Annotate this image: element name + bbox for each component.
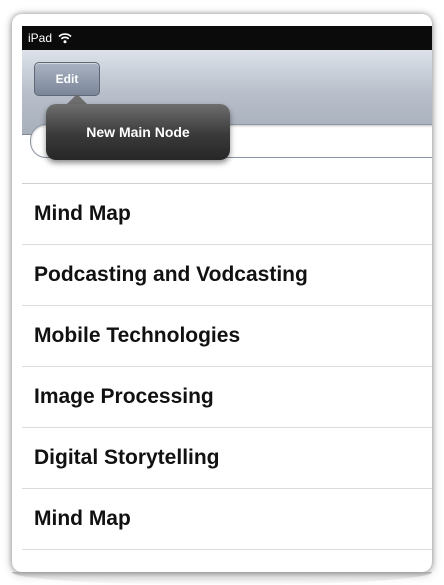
ipad-screen: iPad Edit New Main Node Mind Map Podcast…	[22, 26, 432, 556]
new-main-node-label: New Main Node	[86, 124, 190, 140]
list-item[interactable]: Image Processing	[22, 367, 432, 428]
list-item-label: Mind Map	[34, 202, 131, 225]
list-item-label: Mobile Technologies	[34, 324, 241, 347]
list-item[interactable]: Mind Map	[22, 184, 432, 245]
list-item-label: Mind Map	[34, 507, 131, 530]
status-bar: iPad	[22, 26, 432, 50]
wifi-icon	[58, 33, 72, 44]
list-item[interactable]: Mobile Technologies	[22, 306, 432, 367]
list-item-label: Image Processing	[34, 385, 214, 408]
list-item-label: Digital Storytelling	[34, 446, 220, 469]
node-list: Mind Map Podcasting and Vodcasting Mobil…	[22, 184, 432, 550]
list-item-label: Podcasting and Vodcasting	[34, 263, 308, 286]
new-main-node-popover[interactable]: New Main Node	[46, 104, 230, 160]
frame-shadow	[12, 572, 432, 585]
list-item[interactable]: Podcasting and Vodcasting	[22, 245, 432, 306]
edit-button[interactable]: Edit	[34, 62, 100, 96]
device-label: iPad	[28, 31, 53, 45]
list-item[interactable]: Mind Map	[22, 489, 432, 550]
list-item[interactable]: Digital Storytelling	[22, 428, 432, 489]
